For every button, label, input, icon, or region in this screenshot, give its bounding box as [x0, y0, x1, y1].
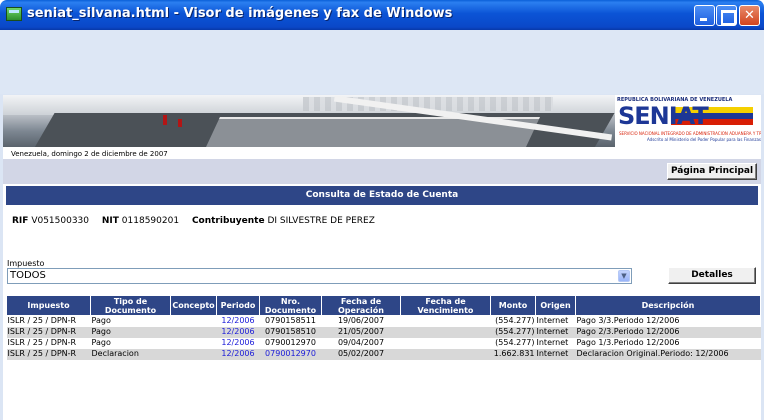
cell-concepto — [170, 348, 217, 360]
banner-worker — [163, 115, 167, 125]
nit-label: NIT — [101, 216, 119, 226]
cell-fecha-vencimiento — [400, 348, 491, 360]
col-header-periodo[interactable]: Periodo — [216, 295, 260, 316]
cell-fecha-operacion: 09/04/2007 — [337, 338, 385, 347]
detalles-button[interactable]: Detalles — [668, 267, 756, 284]
banner-worker — [178, 119, 182, 127]
cell-fecha-vencimiento — [401, 338, 491, 349]
impuesto-select[interactable]: TODOS ▼ — [7, 268, 632, 284]
cell-origen: Internet — [536, 338, 569, 347]
taxpayer-info: RIF V051500330 NIT 0118590201 Contribuye… — [12, 216, 385, 226]
window-title-bar[interactable]: seniat_silvana.html - Visor de imágenes … — [0, 0, 764, 30]
header-banner: REPUBLICA BOLIVARIANA DE VENEZUELA SENIA… — [3, 95, 761, 147]
col-header-nro-documento[interactable]: Nro. Documento — [259, 295, 322, 316]
cell-origen: Internet — [535, 326, 576, 338]
minimize-icon — [695, 6, 714, 25]
window-title: seniat_silvana.html - Visor de imágenes … — [27, 6, 453, 21]
cell-fecha-vencimiento — [400, 326, 491, 338]
table-row: ISLR / 25 / DPN-R Declaracion 12/2006 07… — [6, 348, 761, 360]
col-header-monto[interactable]: Monto — [490, 295, 536, 316]
nav-bar — [3, 159, 761, 184]
cell-nro-documento-link[interactable]: 0790012970 — [259, 348, 322, 360]
close-button[interactable]: ✕ — [739, 5, 760, 26]
results-table: Impuesto Tipo de Documento Concepto Peri… — [6, 295, 761, 360]
rif-value: V051500330 — [31, 216, 90, 226]
maximize-button[interactable] — [716, 5, 737, 26]
contribuyente-value: DI SILVESTRE DE PEREZ — [267, 216, 375, 226]
cell-fecha-vencimiento — [401, 316, 491, 327]
col-header-fecha-operacion[interactable]: Fecha de Operación — [321, 295, 401, 316]
col-header-fecha-vencimiento[interactable]: Fecha de Vencimiento — [400, 295, 491, 316]
table-row: ISLR / 25 / DPN-R Pago 12/2006 079015851… — [7, 316, 761, 327]
date-line: Venezuela, domingo 2 de diciembre de 200… — [11, 150, 168, 158]
cell-descripcion: Declaracion Original.Periodo: 12/2006 — [575, 348, 761, 360]
seniat-logo: REPUBLICA BOLIVARIANA DE VENEZUELA SENIA… — [615, 95, 761, 147]
displayed-image: REPUBLICA BOLIVARIANA DE VENEZUELA SENIA… — [3, 95, 761, 420]
table-row: ISLR / 25 / DPN-R Pago 12/2006 079015851… — [6, 326, 761, 338]
cell-nro-documento: 0790158510 — [259, 326, 322, 338]
cell-monto: (554.277) — [495, 316, 535, 326]
home-button[interactable]: Página Principal — [667, 163, 757, 180]
cell-tipo-documento: Declaracion — [90, 348, 171, 360]
rif-label: RIF — [12, 216, 29, 226]
contribuyente-label: Contribuyente — [191, 216, 265, 226]
cell-periodo-link[interactable]: 12/2006 — [216, 348, 260, 360]
maximize-icon — [717, 6, 736, 25]
minimize-button[interactable] — [694, 5, 715, 26]
close-icon: ✕ — [744, 8, 755, 23]
cell-periodo-link[interactable]: 12/2006 — [216, 326, 260, 338]
cell-tipo-documento: Pago — [91, 316, 111, 326]
nit-value: 0118590201 — [121, 216, 180, 226]
impuesto-label: Impuesto — [7, 259, 45, 268]
cell-periodo-link[interactable]: 12/2006 — [217, 316, 260, 327]
cell-fecha-operacion: 21/05/2007 — [321, 326, 401, 338]
cell-impuesto: ISLR / 25 / DPN-R — [6, 348, 91, 360]
cell-monto: (554.277) — [495, 338, 535, 347]
cell-nro-documento: 0790012970 — [265, 338, 316, 347]
col-header-descripcion[interactable]: Descripción — [575, 295, 761, 316]
chevron-down-icon[interactable]: ▼ — [618, 270, 630, 282]
cell-impuesto: ISLR / 25 / DPN-R — [6, 326, 91, 338]
cell-monto: 1.662.831 — [490, 348, 536, 360]
table-row: ISLR / 25 / DPN-R Pago 12/2006 079001297… — [7, 338, 761, 349]
cell-tipo-documento: Pago — [91, 338, 111, 347]
cell-periodo-link[interactable]: 12/2006 — [217, 338, 260, 349]
impuesto-selected-value: TODOS — [10, 270, 46, 281]
cell-origen: Internet — [536, 316, 569, 326]
cell-concepto — [170, 326, 217, 338]
cell-origen: Internet — [535, 348, 576, 360]
col-header-impuesto[interactable]: Impuesto — [6, 295, 91, 316]
col-header-tipo-documento[interactable]: Tipo de Documento — [90, 295, 171, 316]
cell-fecha-operacion: 19/06/2007 — [337, 316, 385, 326]
cell-nro-documento: 0790158511 — [265, 316, 316, 326]
cell-descripcion: Pago 2/3.Periodo 12/2006 — [575, 326, 761, 338]
cell-monto: (554.277) — [490, 326, 536, 338]
image-viewer-icon — [6, 7, 22, 21]
table-header-row: Impuesto Tipo de Documento Concepto Peri… — [6, 295, 761, 316]
viewer-top-area — [0, 30, 764, 94]
logo-wordmark: SENIAT — [618, 102, 709, 130]
cell-descripcion: Pago 3/3.Periodo 12/2006 — [576, 316, 680, 326]
cell-concepto — [171, 316, 217, 327]
cell-concepto — [171, 338, 217, 349]
cell-tipo-documento: Pago — [90, 326, 171, 338]
col-header-concepto[interactable]: Concepto — [170, 295, 217, 316]
cell-descripcion: Pago 1/3.Periodo 12/2006 — [576, 338, 680, 347]
logo-subtitle-ministry: Adscrito al Ministerio del Poder Popular… — [647, 137, 761, 142]
logo-subtitle: SERVICIO NACIONAL INTEGRADO DE ADMINISTR… — [619, 131, 761, 136]
cell-fecha-operacion: 05/02/2007 — [321, 348, 401, 360]
section-title: Consulta de Estado de Cuenta — [6, 186, 758, 205]
col-header-origen[interactable]: Origen — [535, 295, 576, 316]
cell-impuesto: ISLR / 25 / DPN-R — [7, 338, 77, 347]
cell-impuesto: ISLR / 25 / DPN-R — [7, 316, 77, 326]
